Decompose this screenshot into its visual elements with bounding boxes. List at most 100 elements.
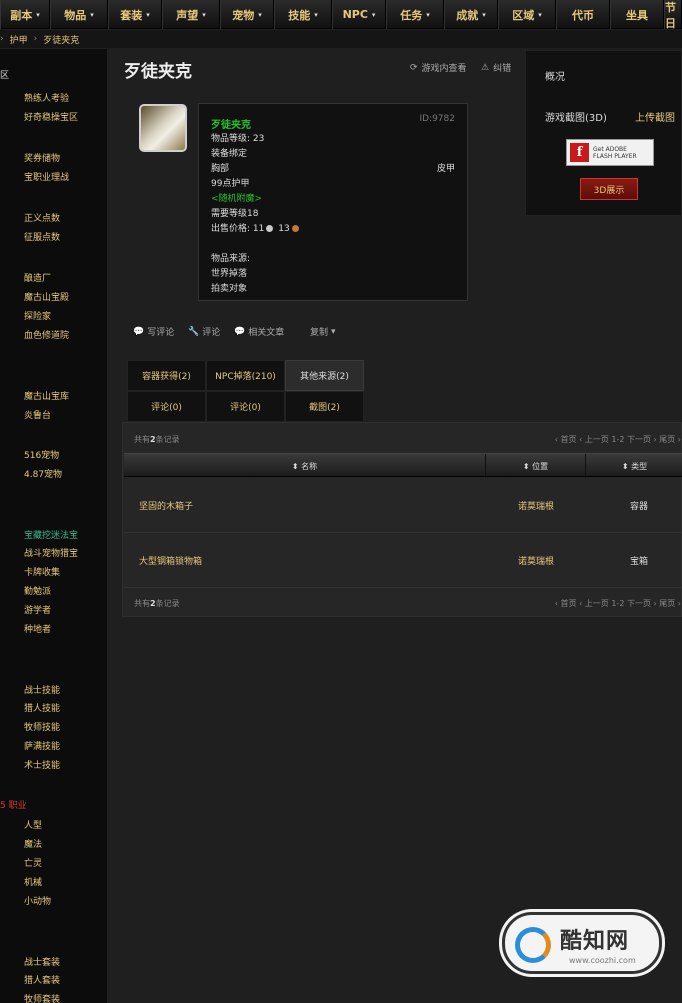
write-comment-label: 写评论 — [147, 328, 175, 338]
sidebar-section-header: 5 职业 — [0, 801, 27, 811]
tab[interactable]: 评论(0) — [127, 391, 206, 422]
watermark-brand: 酷知网 — [560, 929, 630, 954]
nav-item[interactable]: 物品 ▾ — [50, 0, 108, 29]
nav-item[interactable]: 坐具 — [610, 0, 664, 29]
item-tooltip: 歹徒夹克 ID:9782 物品等级: 23 装备绑定 胸部 皮甲 99点护甲 <… — [198, 103, 468, 301]
sidebar-item[interactable]: 猎人技能 — [24, 701, 60, 714]
sidebar-item[interactable]: 宝职业理战 — [24, 170, 69, 183]
sidebar-item[interactable]: 人型 — [24, 818, 42, 831]
nav-item[interactable]: 区域 ▾ — [498, 0, 556, 29]
related-articles-link[interactable]: 💬 相关文章 — [234, 325, 284, 339]
sidebar-item[interactable]: 征服点数 — [24, 230, 60, 243]
item-source-1: 世界掉落 — [211, 269, 248, 279]
sidebar-item[interactable]: 酿造厂 — [24, 271, 51, 284]
sidebar-item[interactable]: 术士技能 — [24, 758, 60, 771]
watermark: 酷知网 www.coozhi.com — [502, 912, 662, 974]
tab[interactable]: 其他来源(2) — [285, 360, 364, 391]
sidebar-item[interactable]: 战士套装 — [24, 955, 60, 968]
warning-icon: ⚠ — [481, 62, 490, 73]
breadcrumb-item-1[interactable]: 护甲 — [10, 33, 28, 46]
sidebar-item[interactable]: 正义点数 — [24, 211, 60, 224]
upload-screenshot-link[interactable]: 上传截图 — [635, 109, 675, 124]
pager-bottom[interactable]: ‹ 首页 ‹ 上一页 1-2 下一页 › 尾页 › — [555, 598, 681, 609]
report-error-action[interactable]: ⚠ 纠错 — [481, 61, 511, 75]
sidebar-item[interactable]: 战斗宠物猎宝 — [24, 546, 78, 559]
sidebar-item[interactable]: 魔古山宝库 — [24, 389, 69, 402]
sidebar-item[interactable]: 卡牌收集 — [24, 565, 60, 578]
nav-item[interactable]: 副本 ▾ — [0, 0, 50, 29]
get-flash-button[interactable]: f Get ADOBE FLASH PLAYER — [566, 139, 654, 166]
chevron-down-icon: ▾ — [314, 10, 318, 19]
sidebar-item[interactable]: 血色修道院 — [24, 328, 69, 341]
sidebar-item[interactable]: 魔古山宝殿 — [24, 290, 69, 303]
sidebar-item[interactable]: 机械 — [24, 875, 42, 888]
pager-top[interactable]: ‹ 首页 ‹ 上一页 1-2 下一页 › 尾页 › — [555, 434, 681, 445]
nav-item[interactable]: 节日 — [664, 0, 682, 30]
review-label: 评论 — [202, 328, 221, 338]
row-name-link[interactable]: 坚固的木箱子 — [139, 478, 193, 533]
header-name[interactable]: ⬍ 名称 — [124, 454, 486, 478]
nav-item[interactable]: 任务 ▾ — [386, 0, 444, 29]
sidebar-item[interactable]: 猎人套装 — [24, 973, 60, 986]
chevron-down-icon: ▾ — [371, 10, 376, 19]
show-3d-button[interactable]: 3D展示 — [580, 178, 638, 200]
row-name-link[interactable]: 大型钢箱锁物箱 — [139, 533, 202, 588]
sidebar-item[interactable]: 516宠物 — [24, 448, 59, 461]
nav-item-label: 物品 — [64, 8, 87, 22]
sidebar-item[interactable]: 魔法 — [24, 837, 42, 850]
row-position-link[interactable]: 诺莫瑞根 — [486, 533, 586, 588]
top-nav: 副本 ▾ 物品 ▾ 套装 ▾ 声望 ▾ 宠物 ▾ 技能 ▾ NPC ▾ 任务 ▾ 成就 ▾ 区域 ▾ 代币 坐具 节日 — [0, 0, 682, 30]
sidebar-item[interactable]: 炎鲁台 — [24, 408, 51, 421]
header-name-label: 名称 — [301, 461, 318, 471]
header-position[interactable]: ⬍ 位置 — [486, 454, 586, 478]
nav-item[interactable]: 声望 ▾ — [162, 0, 220, 29]
view-ingame-action[interactable]: ⟳ 游戏内查看 — [410, 61, 467, 75]
sidebar-item[interactable]: 探险家 — [24, 309, 51, 322]
sidebar-item[interactable]: 4.87宠物 — [24, 467, 62, 480]
flash-line-2: FLASH PLAYER — [593, 152, 637, 160]
silver-amount: 11 — [252, 224, 265, 234]
sidebar-item[interactable]: 游学者 — [24, 603, 51, 616]
chevron-down-icon: ▾ — [426, 10, 430, 19]
tab[interactable]: 截图(2) — [285, 391, 364, 422]
sidebar-item[interactable]: 小动物 — [24, 894, 51, 907]
nav-item-label: 宠物 — [232, 8, 255, 22]
tab[interactable]: 评论(0) — [206, 391, 285, 422]
chevron-down-icon: ▾ — [146, 10, 150, 19]
flash-line-1: Get ADOBE — [593, 145, 627, 153]
breadcrumb-separator: › — [33, 34, 38, 44]
tab[interactable]: NPC掉落(210) — [206, 360, 285, 391]
table-header: ⬍ 名称 ⬍ 位置 ⬍ 类型 — [124, 453, 682, 478]
breadcrumb-separator: › — [0, 34, 4, 44]
header-type[interactable]: ⬍ 类型 — [586, 454, 682, 478]
row-type: 宝箱 — [629, 557, 648, 567]
sidebar-item[interactable]: 熟练人考验 — [24, 91, 69, 104]
write-comment-link[interactable]: 💬 写评论 — [133, 325, 175, 339]
sidebar-item[interactable]: 奖券储物 — [24, 151, 60, 164]
nav-item[interactable]: 成就 ▾ — [444, 0, 498, 29]
header-type-label: 类型 — [631, 461, 648, 471]
sidebar-item[interactable]: 种地者 — [24, 622, 51, 635]
nav-item[interactable]: 代币 — [556, 0, 610, 29]
nav-item[interactable]: 套装 ▾ — [108, 0, 162, 29]
sidebar-item[interactable]: 勤勉派 — [24, 584, 51, 597]
sidebar-item[interactable]: 牧师技能 — [24, 720, 60, 733]
item-armor-type: 皮甲 — [436, 164, 455, 174]
copper-amount: 13 — [278, 224, 290, 234]
sidebar-item[interactable]: 亡灵 — [24, 856, 42, 869]
tab[interactable]: 容器获得(2) — [127, 360, 206, 391]
nav-item-label: 区域 — [512, 8, 535, 22]
nav-item[interactable]: 宠物 ▾ — [220, 0, 274, 29]
sort-icon: ⬍ — [621, 461, 632, 471]
sidebar-item[interactable]: 萨满技能 — [24, 739, 60, 752]
sidebar-item[interactable]: 宝藏挖迷法宝 — [24, 528, 78, 541]
nav-item[interactable]: NPC ▾ — [332, 0, 386, 29]
row-position-link[interactable]: 诺莫瑞根 — [486, 478, 586, 533]
sidebar-item[interactable]: 战士技能 — [24, 683, 60, 696]
nav-item[interactable]: 技能 ▾ — [274, 0, 332, 29]
copy-dropdown[interactable]: 复制 ▾ — [310, 325, 336, 339]
sidebar-item[interactable]: 牧师套装 — [24, 992, 60, 1003]
nav-item-label: 代币 — [572, 8, 594, 22]
review-link[interactable]: 🔧 评论 — [188, 325, 221, 339]
sidebar-item[interactable]: 好奇稳操宝区 — [24, 110, 78, 123]
